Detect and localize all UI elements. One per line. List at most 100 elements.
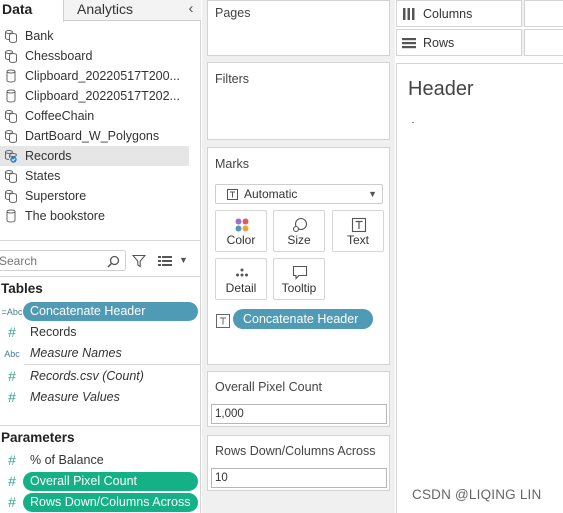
datasource-label: DartBoard_W_Polygons	[25, 129, 160, 143]
param-card-overall-pixel-count: Overall Pixel Count	[207, 371, 390, 427]
search-icon[interactable]	[107, 255, 120, 268]
param-rows-down-columns-across[interactable]: # Rows Down/Columns Across	[0, 492, 201, 513]
columns-shelf[interactable]: Columns	[396, 0, 563, 27]
datasource-multi-icon	[5, 50, 17, 63]
detail-icon	[236, 268, 248, 277]
datasource-item[interactable]: CoffeeChain	[0, 106, 189, 126]
datasource-cylinder-icon	[6, 89, 16, 103]
pages-title: Pages	[215, 6, 251, 20]
datasource-multi-icon	[5, 130, 17, 143]
size-button[interactable]: Size	[273, 210, 325, 252]
size-icon	[292, 217, 308, 233]
datasource-label: Chessboard	[25, 49, 93, 63]
filters-card[interactable]: Filters	[207, 62, 390, 140]
columns-drop-zone[interactable]	[524, 0, 563, 27]
tooltip-button[interactable]: Tooltip	[273, 258, 325, 300]
tab-data[interactable]: Data	[0, 0, 64, 22]
datasource-label: Clipboard_20220517T200...	[25, 69, 180, 83]
string-type-icon: Abc	[4, 349, 20, 359]
filter-icon[interactable]	[132, 254, 146, 268]
param-overall-pixel-count[interactable]: # Overall Pixel Count	[0, 471, 201, 492]
datasource-cylinder-icon	[6, 209, 16, 223]
datasource-item[interactable]: Bank	[0, 26, 189, 46]
datasource-label: States	[25, 169, 61, 183]
datasource-multi-icon	[5, 110, 17, 123]
detail-button[interactable]: Detail	[215, 258, 267, 300]
field-measure-values[interactable]: # Measure Values	[0, 387, 201, 408]
search-row: ▼	[0, 250, 201, 272]
view-canvas[interactable]: Header CSDN @LIQING LIN	[396, 63, 563, 513]
param-card-rows-down-columns-across: Rows Down/Columns Across	[207, 435, 390, 491]
datasource-multi-icon	[5, 190, 17, 203]
param-percent-of-balance[interactable]: # % of Balance	[0, 450, 201, 471]
field-pill[interactable]: Overall Pixel Count	[23, 472, 198, 491]
field-label: % of Balance	[30, 453, 104, 467]
detail-label: Detail	[225, 281, 257, 295]
datasource-item[interactable]: Clipboard_20220517T200...	[0, 66, 189, 86]
calc-string-type-icon: =Abc	[1, 307, 23, 317]
text-button[interactable]: Text	[332, 210, 384, 252]
shelves-pane: Pages Filters Marks Automatic ▼ Color Si…	[202, 0, 395, 513]
text-encoding-icon	[216, 314, 230, 328]
field-records-count[interactable]: # Records.csv (Count)	[0, 366, 201, 387]
datasource-label: CoffeeChain	[25, 109, 95, 123]
datasource-item[interactable]: States	[0, 166, 189, 186]
datasource-item[interactable]: Chessboard	[0, 46, 189, 66]
field-pill[interactable]: Rows Down/Columns Across	[23, 493, 198, 512]
datasource-item-selected[interactable]: Records	[0, 146, 189, 166]
divider	[0, 425, 201, 426]
list-view-icon[interactable]	[158, 255, 172, 267]
datasource-item[interactable]: Clipboard_20220517T202...	[0, 86, 189, 106]
columns-icon	[403, 8, 415, 20]
view-header-text[interactable]: Header	[408, 78, 474, 101]
rows-shelf[interactable]: Rows	[396, 29, 563, 56]
chevron-down-icon[interactable]: ▼	[179, 255, 188, 265]
color-button[interactable]: Color	[215, 210, 267, 252]
field-label: Records.csv (Count)	[30, 369, 144, 383]
datasource-list: Bank Chessboard Clipboard_20220517T200..…	[0, 26, 201, 226]
view-mark[interactable]	[412, 122, 414, 123]
datasource-item[interactable]: Superstore	[0, 186, 189, 206]
datasource-item[interactable]: DartBoard_W_Polygons	[0, 126, 189, 146]
marks-card: Marks Automatic ▼ Color Size Text Detail…	[207, 147, 390, 365]
datasource-multi-icon	[5, 170, 17, 183]
columns-label: Columns	[423, 7, 473, 21]
field-measure-names[interactable]: Abc Measure Names	[0, 343, 201, 364]
search-input[interactable]	[0, 252, 102, 269]
collapse-pane-icon[interactable]: ‹	[184, 1, 198, 19]
search-box[interactable]	[0, 250, 126, 271]
param-card-title: Overall Pixel Count	[215, 380, 322, 394]
overall-pixel-count-input[interactable]	[211, 404, 387, 424]
tab-analytics[interactable]: Analytics	[65, 0, 175, 21]
pages-card[interactable]: Pages	[207, 0, 390, 56]
chevron-down-icon: ▼	[368, 189, 377, 199]
mark-type-label: Automatic	[244, 187, 298, 201]
number-type-icon: #	[8, 368, 16, 384]
divider	[0, 240, 201, 241]
datasource-multi-icon	[5, 30, 17, 43]
text-label: Text	[346, 233, 369, 247]
view-pane: Columns Rows Header CSDN @LIQING LIN	[396, 0, 563, 513]
field-records[interactable]: # Records	[0, 322, 201, 343]
mark-type-dropdown[interactable]: Automatic ▼	[215, 184, 383, 204]
tooltip-label: Tooltip	[281, 281, 317, 295]
datasource-cylinder-icon	[6, 69, 16, 83]
color-icon	[235, 218, 249, 232]
tooltip-icon	[292, 265, 308, 280]
tables-header: Tables	[1, 281, 43, 296]
field-pill[interactable]: Concatenate Header	[23, 302, 198, 321]
field-label: Records	[30, 325, 77, 339]
field-concatenate-header[interactable]: =Abc Concatenate Header	[0, 301, 201, 322]
datasource-item[interactable]: The bookstore	[0, 206, 189, 226]
divider	[24, 364, 201, 365]
datasource-label: Bank	[25, 29, 54, 43]
marks-text-pill[interactable]: Concatenate Header	[233, 309, 373, 329]
data-pane: Data Analytics ‹ Bank Chessboard Clipboa…	[0, 0, 201, 513]
datasource-label: The bookstore	[25, 209, 105, 223]
datasource-label: Clipboard_20220517T202...	[25, 89, 180, 103]
color-label: Color	[226, 233, 256, 247]
rows-drop-zone[interactable]	[524, 29, 563, 56]
datasource-label: Superstore	[25, 189, 87, 203]
datasource-label: Records	[25, 149, 72, 163]
rows-down-columns-across-input[interactable]	[211, 468, 387, 488]
